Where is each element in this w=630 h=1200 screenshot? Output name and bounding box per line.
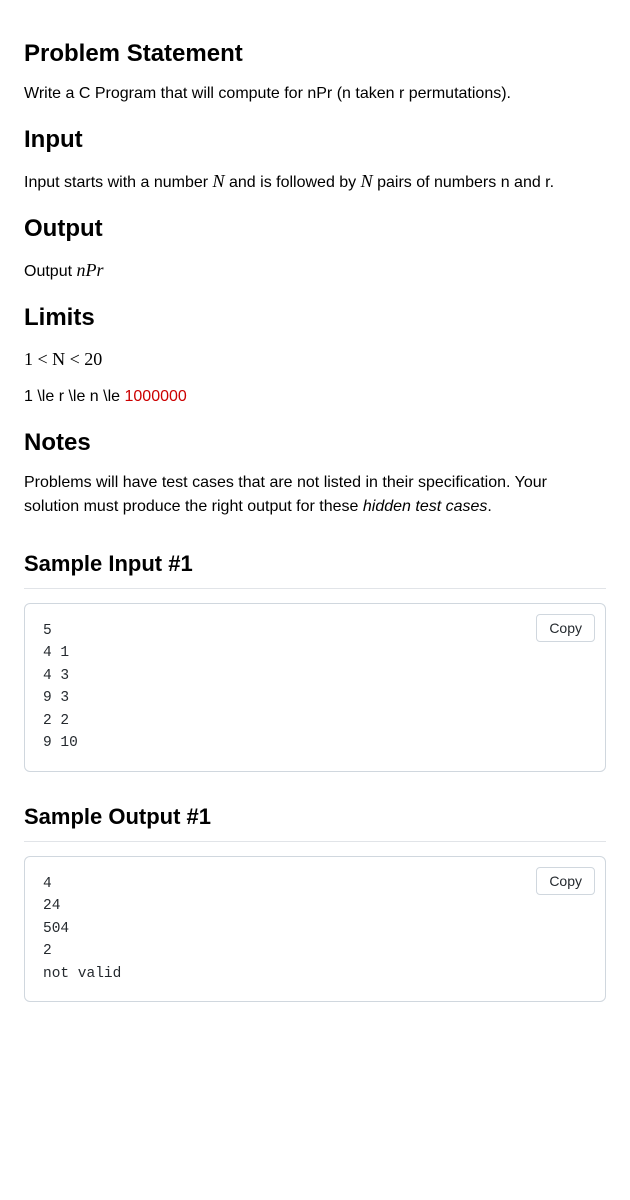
notes-body-post: .	[487, 498, 491, 515]
output-body-pre: Output	[24, 263, 76, 280]
sample-output-content: 4 24 504 2 not valid	[43, 873, 587, 985]
sample-output-heading: Sample Output #1	[24, 800, 606, 842]
problem-statement-heading: Problem Statement	[24, 36, 606, 72]
input-var-n2: N	[361, 171, 373, 191]
notes-body: Problems will have test cases that are n…	[24, 471, 606, 519]
limits-line2: 1 \le r \le n \le 1000000	[24, 385, 606, 409]
copy-button[interactable]: Copy	[536, 614, 595, 642]
input-heading: Input	[24, 122, 606, 158]
input-body-pre: Input starts with a number	[24, 174, 213, 191]
limits-heading: Limits	[24, 300, 606, 336]
output-heading: Output	[24, 211, 606, 247]
sample-output-block: Copy 4 24 504 2 not valid	[24, 856, 606, 1002]
output-body: Output nPr	[24, 257, 606, 284]
input-body: Input starts with a number N and is foll…	[24, 168, 606, 195]
notes-heading: Notes	[24, 425, 606, 461]
input-body-post: pairs of numbers n and r.	[373, 174, 554, 191]
sample-input-block: Copy 5 4 1 4 3 9 3 2 2 9 10	[24, 603, 606, 772]
sample-input-content: 5 4 1 4 3 9 3 2 2 9 10	[43, 620, 587, 755]
input-var-n1: N	[213, 171, 225, 191]
output-expr: nPr	[76, 260, 103, 280]
limits-line2-error: 1000000	[125, 388, 187, 405]
notes-body-em: hidden test cases	[363, 498, 488, 515]
limits-line2-pre: 1 \le r \le n \le	[24, 388, 125, 405]
copy-button[interactable]: Copy	[536, 867, 595, 895]
limits-line1: 1 < N < 20	[24, 346, 606, 373]
input-body-mid: and is followed by	[225, 174, 361, 191]
problem-statement-body: Write a C Program that will compute for …	[24, 82, 606, 106]
sample-input-heading: Sample Input #1	[24, 547, 606, 589]
